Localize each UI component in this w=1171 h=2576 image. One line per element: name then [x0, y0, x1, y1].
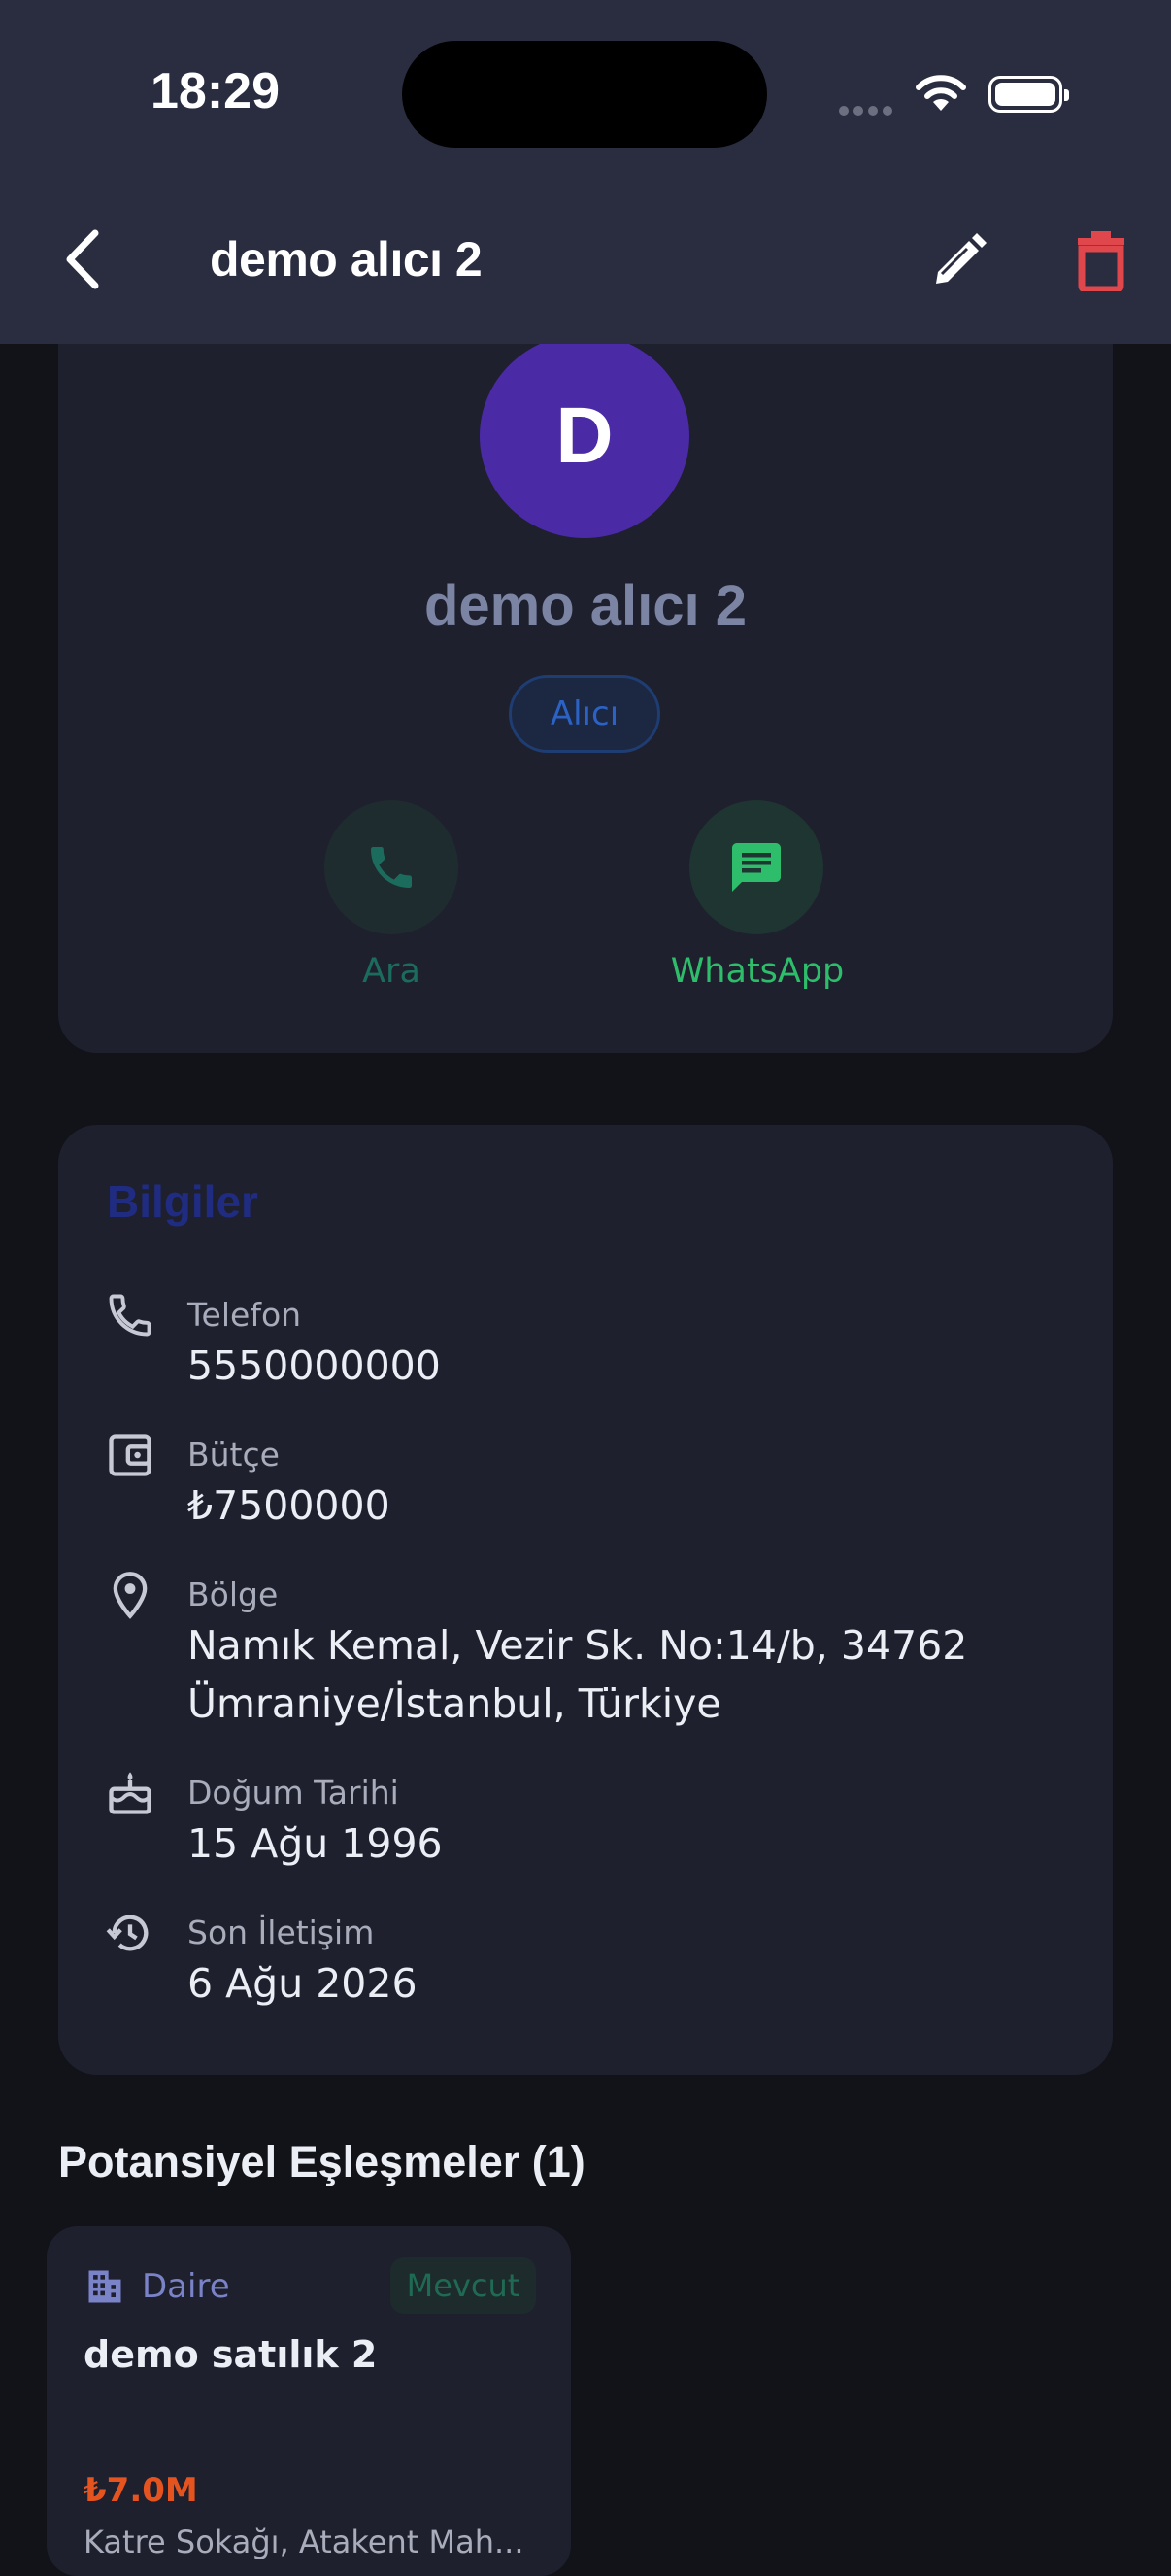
info-label-telefon: Telefon [187, 1296, 302, 1334]
info-label-bolge: Bölge [187, 1576, 279, 1613]
property-address: Katre Sokağı, Atakent Mah... [84, 2524, 524, 2560]
property-title: demo satılık 2 [84, 2333, 378, 2376]
status-badge: Mevcut [390, 2257, 536, 2314]
building-icon [88, 2270, 121, 2303]
history-icon [106, 1915, 149, 1951]
cellular-signal-icon [839, 101, 897, 119]
delete-icon[interactable] [1076, 229, 1126, 291]
matches-title: Potansiyel Eşleşmeler (1) [58, 2137, 586, 2186]
dynamic-island [402, 41, 767, 148]
info-value-bolge: Namık Kemal, Vezir Sk. No:14/b, 34762 Üm… [187, 1622, 968, 1727]
wifi-icon [916, 75, 966, 111]
call-button[interactable] [324, 800, 458, 934]
avatar: D [480, 334, 689, 538]
chat-icon [732, 843, 781, 892]
whatsapp-label: WhatsApp [670, 952, 845, 991]
wallet-icon [109, 1434, 151, 1476]
property-type: Daire [142, 2267, 230, 2306]
phone-icon [371, 847, 412, 888]
info-label-dogum-tarihi: Doğum Tarihi [187, 1774, 399, 1812]
battery-icon [988, 76, 1069, 113]
whatsapp-button[interactable] [689, 800, 823, 934]
app-header: 18:29 demo alıcı 2 [0, 0, 1171, 344]
call-label: Ara [362, 952, 420, 991]
edit-icon[interactable] [928, 229, 990, 291]
info-value-telefon: 5550000000 [187, 1342, 441, 1389]
match-card[interactable]: Daire Mevcut demo satılık 2 ₺7.0M Katre … [47, 2226, 571, 2576]
contact-name: demo alıcı 2 [423, 574, 748, 637]
info-label-son-iletisim: Son İletişim [187, 1914, 375, 1951]
info-value-son-iletisim: 6 Ağu 2026 [187, 1960, 418, 2007]
role-badge: Alıcı [509, 675, 660, 753]
info-value-butce: ₺7500000 [187, 1482, 390, 1529]
location-pin-icon [113, 1572, 148, 1619]
info-value-dogum-tarihi: 15 Ağu 1996 [187, 1820, 443, 1867]
info-label-butce: Bütçe [187, 1436, 280, 1474]
back-button[interactable] [56, 225, 107, 293]
phone-icon [109, 1294, 151, 1337]
page-title: demo alıcı 2 [210, 232, 483, 287]
property-price: ₺7.0M [84, 2471, 198, 2510]
info-section-title: Bilgiler [107, 1176, 258, 1227]
status-time: 18:29 [151, 63, 280, 119]
cake-icon [109, 1772, 151, 1814]
